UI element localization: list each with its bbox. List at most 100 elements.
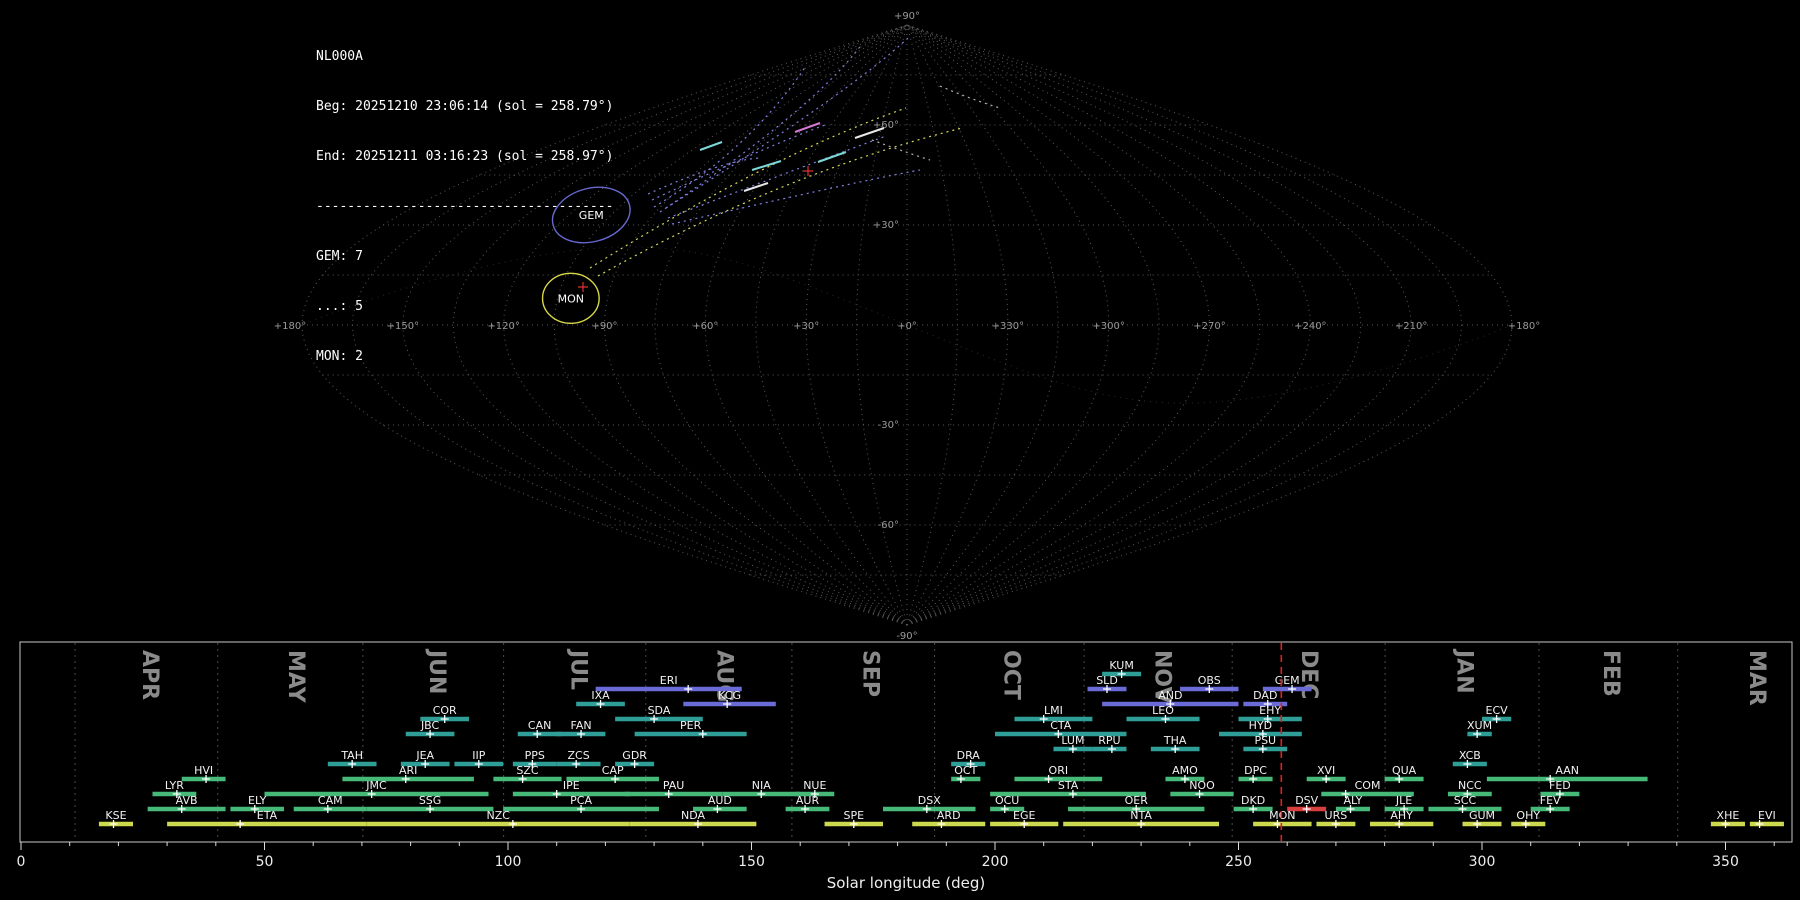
shower-AVB: AVB (147, 794, 226, 813)
shower-label: NDA (681, 809, 706, 822)
shower-OHY: OHY (1511, 809, 1546, 828)
shower-XUM: XUM (1467, 719, 1492, 738)
shower-OBS: OBS (1180, 674, 1239, 693)
shower-GUM: GUM (1462, 809, 1502, 828)
meteor-trail-white (939, 85, 1001, 109)
end-time: End: 20251211 03:16:23 (sol = 258.97°) (316, 149, 614, 164)
begin-time: Beg: 20251210 23:06:14 (sol = 258.79°) (316, 99, 614, 115)
shower-label: COM (1355, 779, 1381, 792)
shower-MON: MON (1253, 809, 1312, 828)
x-axis-title: Solar longitude (deg) (827, 874, 985, 892)
lat-label: -30° (878, 420, 899, 431)
shower-HVI: HVI (181, 764, 226, 783)
shower-label: PAU (663, 779, 685, 792)
shower-label: RPU (1098, 734, 1120, 747)
shower-ETA: ETA (167, 809, 367, 828)
meteor-trail-blue (671, 169, 921, 225)
shower-label: SDA (648, 704, 671, 717)
shower-label: SZC (516, 764, 539, 777)
shower-JMC: JMC (264, 779, 489, 798)
shower-label: IPE (563, 779, 580, 792)
shower-label: GDR (622, 749, 647, 762)
axis-tick-label: 250 (1225, 854, 1252, 870)
shower-label: ERI (660, 674, 678, 687)
peak-marker (236, 820, 245, 828)
shower-LEO: LEO (1126, 704, 1200, 723)
shower-label: SCC (1454, 794, 1477, 807)
shower-label: EVI (1758, 809, 1776, 822)
shower-label: HVI (194, 764, 213, 777)
shower-label: CTA (1050, 719, 1072, 732)
grid-meridian (755, 24, 908, 626)
shower-label: KUM (1109, 659, 1133, 672)
shower-ARI: ARI (342, 764, 474, 783)
shower-NTA: NTA (1063, 809, 1220, 828)
shower-EVI: EVI (1749, 809, 1784, 828)
shower-label: STA (1058, 779, 1079, 792)
shower-label: NTA (1130, 809, 1152, 822)
axis-tick-label: 200 (982, 854, 1009, 870)
shower-label: XHE (1717, 809, 1740, 822)
shower-label: HYD (1249, 719, 1272, 732)
axis-tick-label: 50 (256, 854, 274, 870)
shower-label: DAD (1253, 689, 1277, 702)
count-mon: MON: 2 (316, 348, 363, 364)
meteor-segment (817, 151, 847, 163)
lat-label: -90° (896, 631, 917, 642)
shower-LUM: LUM (1053, 734, 1093, 753)
shower-XCB: XCB (1452, 749, 1487, 768)
count-gem: GEM: 7 (316, 248, 363, 264)
shower-label: AUR (796, 794, 820, 807)
shower-label: DSX (918, 794, 941, 807)
shower-JBC: JBC (405, 719, 455, 738)
shower-PER: PER (634, 719, 747, 738)
shower-label: PCA (570, 794, 592, 807)
shower-label: NOO (1189, 779, 1215, 792)
shower-IXA: IXA (576, 689, 625, 708)
meteor-trail-blue (647, 157, 761, 195)
shower-TAH: TAH (327, 749, 377, 768)
shower-NIA: NIA (722, 779, 801, 798)
shower-label: LYR (165, 779, 184, 792)
shower-label: AAN (1555, 764, 1579, 777)
shower-label: NIA (752, 779, 771, 792)
lat-label: +30° (873, 220, 899, 231)
shower-DKD: DKD (1233, 794, 1273, 813)
lat-label: +90° (894, 11, 920, 22)
month-label-jul: JUL (565, 648, 590, 690)
meteor-trail-blue (659, 43, 863, 213)
peak-marker (684, 685, 693, 693)
lon-label: +330° (992, 321, 1024, 332)
shower-label: OCT (954, 764, 977, 777)
shower-IIP: IIP (454, 749, 504, 768)
shower-XHE: XHE (1710, 809, 1745, 828)
shower-label: DKD (1241, 794, 1265, 807)
meteor-trail-yellow (597, 127, 963, 277)
axis-tick-label: 300 (1469, 854, 1496, 870)
meteor-segment (699, 141, 723, 151)
shower-label: AUD (708, 794, 732, 807)
shower-label: EGE (1013, 809, 1035, 822)
shower-label: IXA (591, 689, 610, 702)
lon-label: +0° (897, 321, 917, 332)
shower-label: OCU (995, 794, 1019, 807)
shower-label: NZC (487, 809, 511, 822)
shower-label: LUM (1061, 734, 1084, 747)
axis-tick-label: 150 (738, 854, 765, 870)
shower-label: ZCS (568, 749, 590, 762)
shower-URS: URS (1316, 809, 1356, 828)
shower-label: JLE (1395, 794, 1412, 807)
lon-label: +30° (793, 321, 819, 332)
grid-meridian (906, 24, 1463, 626)
shower-label: ALY (1343, 794, 1362, 807)
shower-label: OER (1125, 794, 1149, 807)
shower-label: COR (433, 704, 457, 717)
shower-label: OHY (1516, 809, 1540, 822)
shower-label: XUM (1467, 719, 1492, 732)
shower-NDA: NDA (629, 809, 757, 828)
shower-SPE: SPE (824, 809, 883, 828)
shower-KCG: KCG (683, 689, 776, 708)
shower-label: GUM (1469, 809, 1495, 822)
shower-AUR: AUR (785, 794, 830, 813)
shower-label: JBC (420, 719, 440, 732)
